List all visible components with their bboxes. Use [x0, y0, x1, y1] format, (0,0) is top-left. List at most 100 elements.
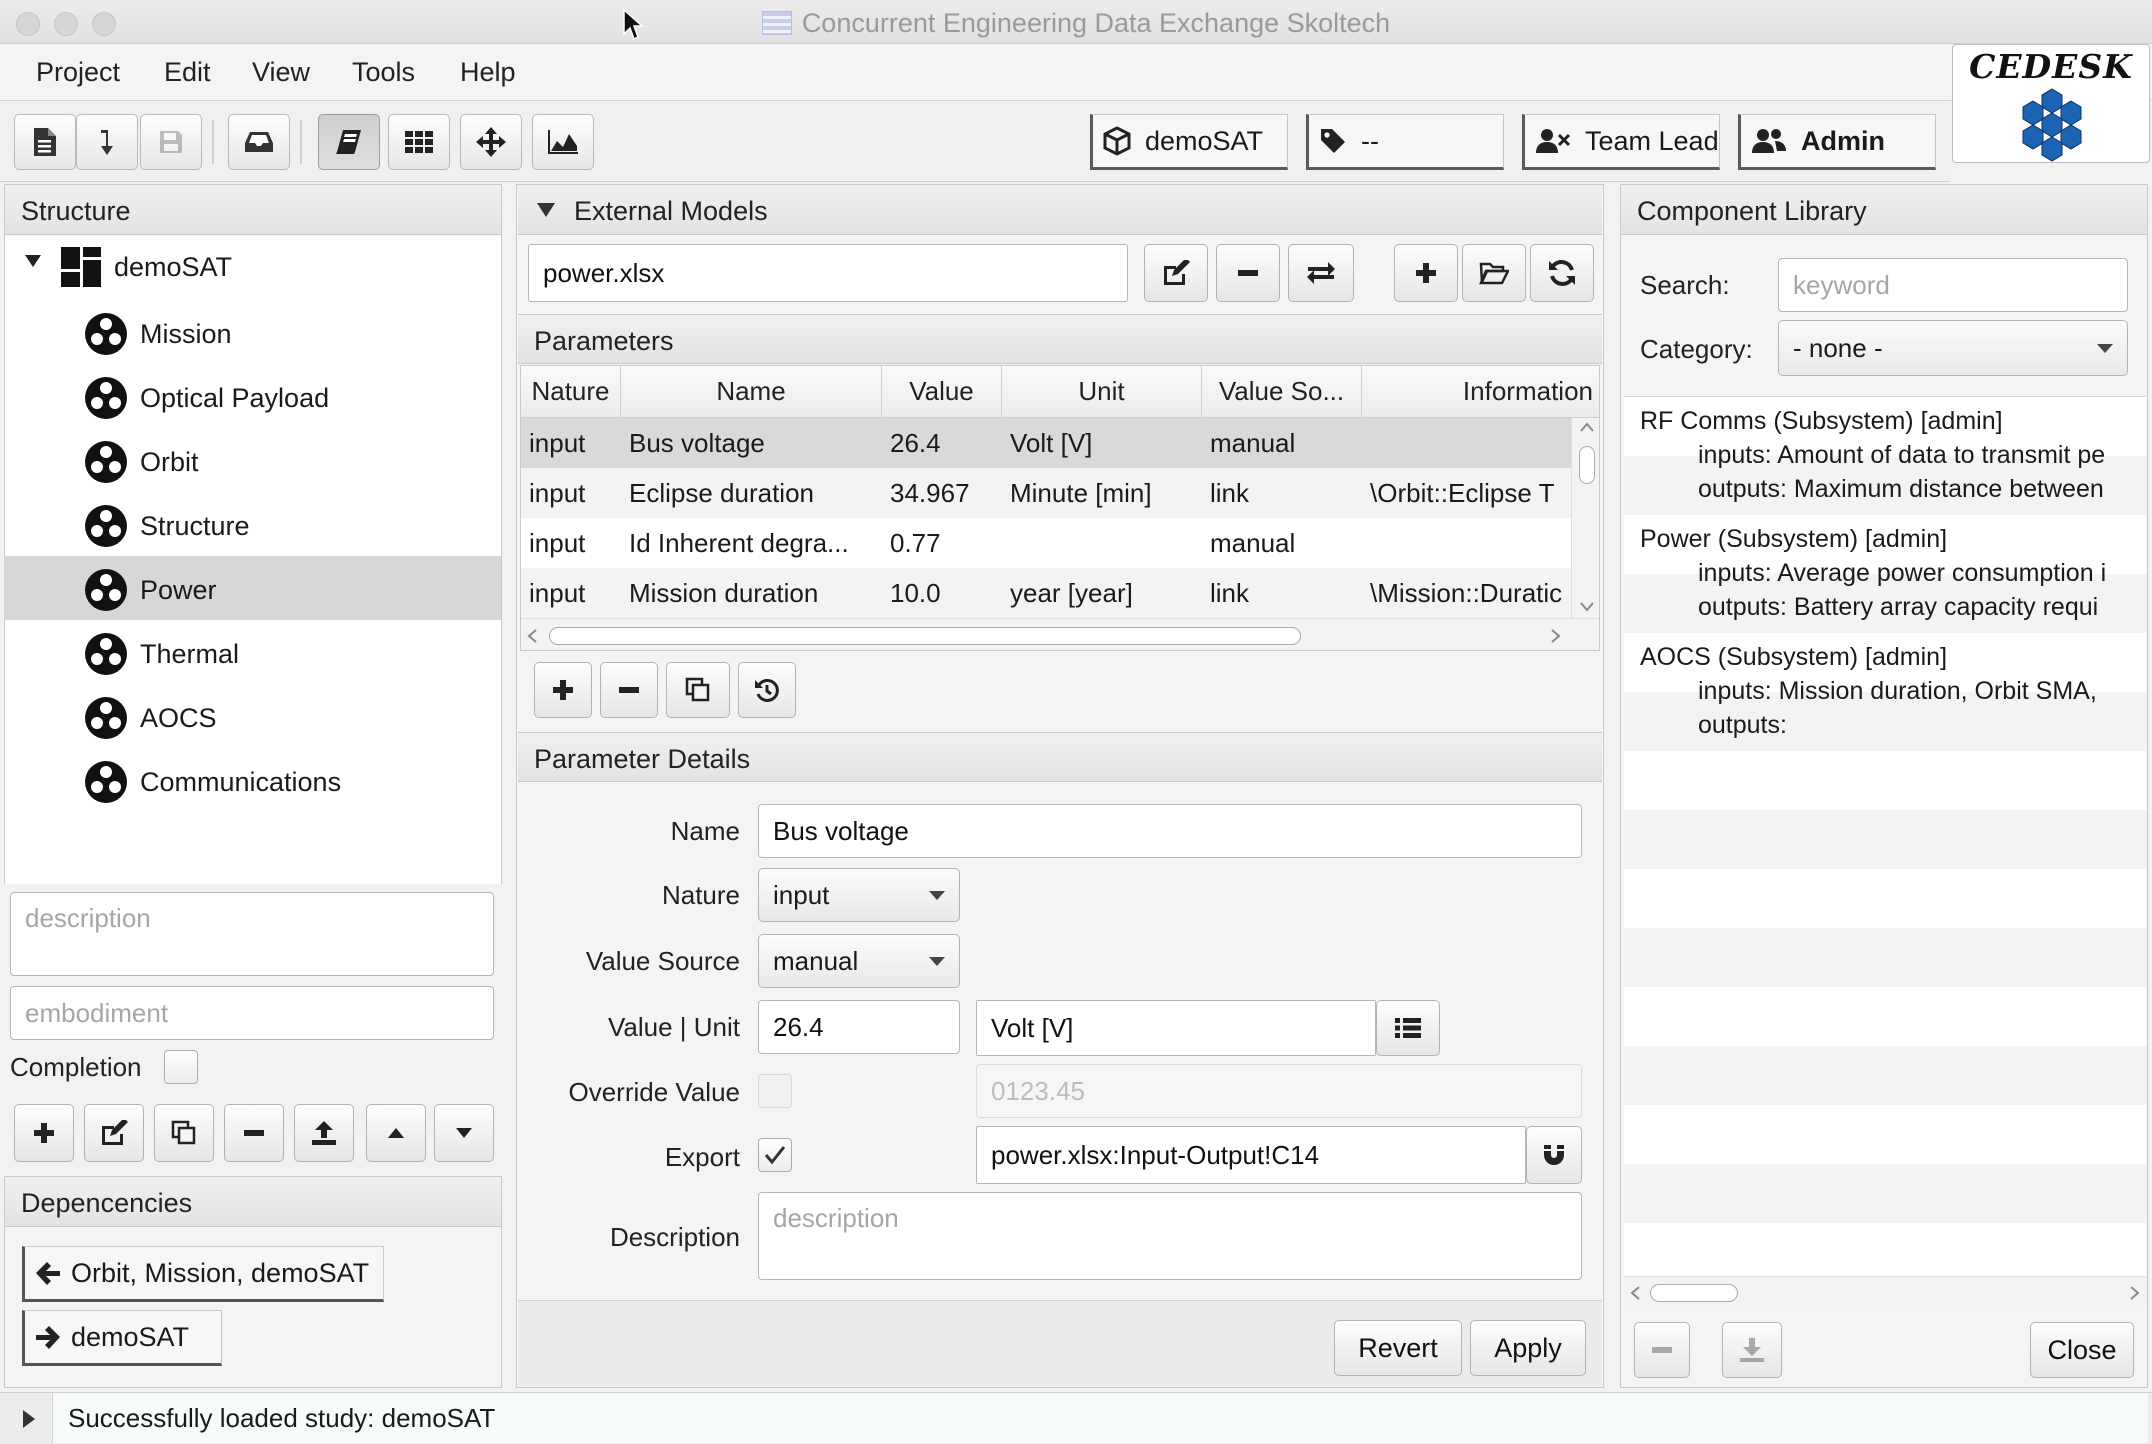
export-link-button[interactable] — [1526, 1126, 1582, 1184]
library-item[interactable]: Power (Subsystem) [admin] inputs: Average… — [1640, 522, 2150, 624]
menu-edit[interactable]: Edit — [164, 57, 211, 88]
outgoing-dependencies[interactable]: demoSAT — [22, 1310, 222, 1366]
table-vertical-scrollbar[interactable] — [1571, 418, 1599, 618]
vertical-scroll-thumb[interactable] — [1579, 446, 1595, 484]
embodiment-field[interactable]: embodiment — [10, 986, 494, 1040]
save-button[interactable] — [140, 114, 202, 170]
revert-button[interactable]: Revert — [1334, 1320, 1462, 1376]
external-models-header[interactable]: External Models — [518, 185, 1602, 235]
library-item[interactable]: AOCS (Subsystem) [admin] inputs: Mission … — [1640, 640, 2150, 742]
refresh-model-button[interactable] — [1530, 244, 1594, 302]
column-header-name[interactable]: Name — [621, 366, 882, 418]
external-model-select[interactable]: power.xlsx — [528, 244, 1128, 302]
upload-element-button[interactable] — [294, 1104, 354, 1162]
override-value-field[interactable]: 0123.45 — [976, 1064, 1582, 1118]
unit-field[interactable]: Volt [V] — [976, 1000, 1376, 1056]
table-row[interactable]: input Bus voltage 26.4 Volt [V] manual — [521, 418, 1571, 468]
scroll-right-icon[interactable] — [2130, 1286, 2140, 1300]
add-model-button[interactable] — [1394, 244, 1458, 302]
remove-model-button[interactable] — [1216, 244, 1280, 302]
tree-node-thermal[interactable]: Thermal — [84, 632, 239, 676]
add-element-button[interactable] — [14, 1104, 74, 1162]
completion-checkbox[interactable] — [164, 1050, 198, 1084]
table-view-button[interactable] — [388, 114, 450, 170]
column-header-value[interactable]: Value — [882, 366, 1002, 418]
new-file-button[interactable] — [14, 114, 76, 170]
role-field[interactable]: Team Lead — [1522, 114, 1720, 170]
tree-node-mission[interactable]: Mission — [84, 312, 232, 356]
copy-parameter-button[interactable] — [666, 662, 730, 718]
parameter-description-field[interactable]: description — [758, 1192, 1582, 1280]
override-checkbox[interactable] — [758, 1074, 792, 1108]
nature-select[interactable]: input — [758, 868, 960, 922]
library-horizontal-scrollbar[interactable] — [1624, 1276, 2146, 1308]
parameter-name-field[interactable]: Bus voltage — [758, 804, 1582, 858]
tree-node-root[interactable]: demoSAT — [60, 246, 232, 288]
scroll-up-icon[interactable] — [1580, 422, 1594, 432]
scroll-right-icon[interactable] — [1551, 629, 1561, 643]
library-item[interactable]: RF Comms (Subsystem) [admin] inputs: Amou… — [1640, 404, 2150, 506]
edit-model-button[interactable] — [1144, 244, 1208, 302]
menu-tools[interactable]: Tools — [352, 57, 415, 88]
column-header-information[interactable]: Information — [1362, 366, 1599, 418]
menu-project[interactable]: Project — [36, 57, 120, 88]
table-row[interactable]: input Eclipse duration 34.967 Minute [min] l… — [521, 468, 1571, 518]
value-source-select[interactable]: manual — [758, 934, 960, 988]
tree-node-power[interactable]: Power — [84, 568, 217, 612]
dependency-view-button[interactable] — [460, 114, 522, 170]
import-button[interactable] — [76, 114, 138, 170]
unit-chooser-button[interactable] — [1376, 1000, 1440, 1056]
tree-node-optical-payload[interactable]: Optical Payload — [84, 376, 329, 420]
chart-view-button[interactable] — [532, 114, 594, 170]
remove-element-button[interactable] — [224, 1104, 284, 1162]
copy-element-button[interactable] — [154, 1104, 214, 1162]
remove-parameter-button[interactable] — [600, 662, 658, 718]
move-up-button[interactable] — [366, 1104, 426, 1162]
horizontal-scroll-thumb[interactable] — [549, 627, 1301, 645]
remove-component-button[interactable] — [1634, 1322, 1690, 1378]
description-field[interactable]: description — [10, 892, 494, 976]
table-row[interactable]: input Mission duration 10.0 year [year] link… — [521, 568, 1571, 618]
column-header-unit[interactable]: Unit — [1002, 366, 1202, 418]
repository-button[interactable] — [228, 114, 290, 170]
export-checkbox[interactable] — [758, 1138, 792, 1172]
expand-log-icon[interactable] — [22, 1409, 36, 1429]
tree-node-orbit[interactable]: Orbit — [84, 440, 199, 484]
menu-view[interactable]: View — [252, 57, 310, 88]
export-reference-field[interactable]: power.xlsx:Input-Output!C14 — [976, 1126, 1526, 1184]
caret-up-icon — [388, 1128, 404, 1138]
scroll-left-icon[interactable] — [527, 629, 537, 643]
incoming-dependencies[interactable]: Orbit, Mission, demoSAT — [22, 1246, 384, 1302]
library-close-button[interactable]: Close — [2030, 1322, 2134, 1378]
table-horizontal-scrollbar[interactable] — [521, 618, 1599, 650]
edit-element-button[interactable] — [84, 1104, 144, 1162]
library-search-input[interactable]: keyword — [1778, 258, 2128, 312]
apply-button[interactable]: Apply — [1470, 1320, 1586, 1376]
add-parameter-button[interactable] — [534, 662, 592, 718]
library-item-title: Power (Subsystem) [admin] — [1640, 525, 1948, 553]
open-model-button[interactable] — [1462, 244, 1526, 302]
exchange-model-button[interactable] — [1288, 244, 1354, 302]
column-header-value-source[interactable]: Value So... — [1202, 366, 1362, 418]
table-row[interactable]: input Id Inherent degra... 0.77 manual — [521, 518, 1571, 568]
scroll-left-icon[interactable] — [1630, 1286, 1640, 1300]
category-select[interactable]: - none - — [1778, 320, 2128, 376]
tree-node-structure[interactable]: Structure — [84, 504, 250, 548]
study-field[interactable]: demoSAT — [1090, 114, 1288, 170]
tag-field[interactable]: -- — [1306, 114, 1504, 170]
tree-node-aocs[interactable]: AOCS — [84, 696, 217, 740]
tree-node-communications[interactable]: Communications — [84, 760, 341, 804]
column-header-nature[interactable]: Nature — [521, 366, 621, 418]
user-field[interactable]: Admin — [1738, 114, 1936, 170]
download-component-button[interactable] — [1722, 1322, 1782, 1378]
expand-triangle-icon[interactable] — [24, 254, 42, 268]
scroll-down-icon[interactable] — [1580, 602, 1594, 612]
library-scroll-thumb[interactable] — [1650, 1284, 1738, 1302]
checkmark-icon — [764, 1146, 786, 1165]
tree-node-label: Orbit — [140, 446, 199, 477]
history-parameter-button[interactable] — [738, 662, 796, 718]
value-field[interactable]: 26.4 — [758, 1000, 960, 1054]
move-down-button[interactable] — [434, 1104, 494, 1162]
model-view-button[interactable] — [318, 114, 380, 170]
menu-help[interactable]: Help — [460, 57, 516, 88]
